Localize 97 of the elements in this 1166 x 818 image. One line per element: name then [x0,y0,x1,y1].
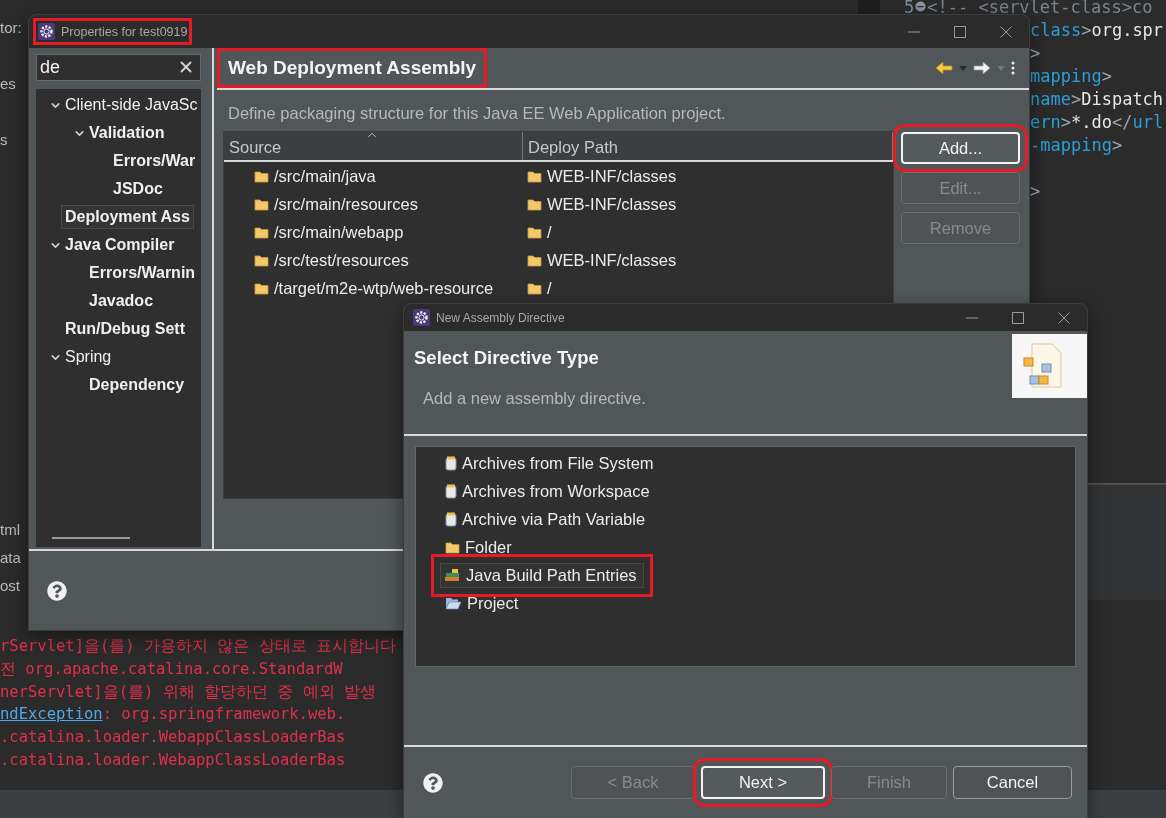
panel-text: es [0,74,17,94]
window-title: Properties for test0919 [61,24,188,39]
code-text: class [1030,19,1082,40]
panel-text: tor: [0,18,23,38]
menu-icon[interactable] [1011,61,1015,75]
code-text: > [1030,42,1041,63]
books-icon [445,568,461,582]
console-text: .catalina.loader.WebappClassLoaderBas [0,751,346,769]
jar-icon [445,511,457,527]
table-cell: WEB-INF/classes [523,190,893,218]
close-icon[interactable] [1000,25,1012,38]
open-folder-icon [445,596,462,610]
folder-icon [254,197,269,211]
console-text: rServlet]을(를) 가용하지 않은 상태로 표시합니다 [0,637,396,655]
table-cell: WEB-INF/classes [523,246,893,274]
list-item[interactable]: Archives from File System [440,450,661,476]
code-text: Dispatch [1081,88,1164,109]
code-text: *.do [1070,111,1112,132]
code-text: org.spr [1091,19,1164,40]
code-text: > [1070,88,1082,109]
list-item[interactable]: Archives from Workspace [440,478,657,504]
help-icon[interactable] [47,580,67,601]
code-text: url [1132,111,1164,132]
forward-arrow-icon[interactable] [973,61,991,75]
tree-item[interactable]: Errors/Warnin [85,261,200,285]
panel-text: ata [0,548,22,568]
code-text: > [1081,19,1092,40]
code-text: name [1030,88,1071,109]
console-text: 전 org.apache.catalina.core.StandardW [0,660,343,678]
column-header[interactable]: Source [224,132,523,160]
code-text: > [1111,134,1123,155]
tree-item[interactable]: Deployment Ass [61,205,194,229]
list-item[interactable]: Project [440,590,526,616]
dialog-title: New Assembly Directive [436,310,565,325]
folder-icon [254,281,269,295]
wizard-heading: Select Directive Type [414,347,600,369]
folder-icon [527,253,542,267]
folder-icon [254,253,269,267]
folder-icon [254,225,269,239]
table-cell: WEB-INF/classes [523,162,893,190]
line-number: 5 [904,0,915,17]
code-text: ern [1030,111,1061,132]
folder-icon [254,169,269,183]
code-text: > [1060,111,1071,132]
folder-icon [527,197,542,211]
tree-item[interactable]: Java Compiler [61,233,179,257]
console-text: : org.springframework.web. [102,705,346,723]
collapse-icon[interactable] [915,1,927,12]
gear-icon [413,309,430,326]
tree-item[interactable]: Run/Debug Sett [61,317,189,341]
maximize-icon[interactable] [1012,311,1024,324]
tree-item[interactable]: Client-side JavaSc [61,93,202,117]
folder-icon [445,540,460,554]
code-text: mapping [1030,65,1102,86]
page-title: Web Deployment Assembly [217,48,488,88]
code-text: > [1030,180,1041,201]
panel-text: ost [0,576,21,596]
console-text: .catalina.loader.WebappClassLoaderBas [0,728,346,746]
gear-icon [38,23,55,40]
table-cell: /target/m2e-wtp/web-resource [224,274,523,302]
table-cell: /src/main/webapp [224,218,523,246]
close-icon[interactable] [1058,311,1070,324]
folder-icon [527,169,542,183]
jar-icon [445,455,457,471]
page-description: Define packaging structure for this Java EE Web Application project. [227,103,727,124]
code-text: > [1101,65,1112,86]
panel-text: s [0,130,9,150]
code-text: </ [1111,111,1133,132]
folder-icon [527,281,542,295]
list-item[interactable]: Archive via Path Variable [440,506,653,532]
code-text: <!-- <servlet-class>co [927,0,1153,17]
tree-item[interactable]: JSDoc [109,177,167,201]
filter-field[interactable]: de [36,54,201,81]
tree-item[interactable]: Dependency [85,373,189,397]
table-cell: /src/main/java [224,162,523,190]
maximize-icon[interactable] [954,25,966,38]
wizard-description: Add a new assembly directive. [422,389,647,408]
code-text: -mapping [1030,134,1112,155]
jar-icon [445,483,457,499]
folder-icon [527,225,542,239]
tree-item[interactable]: Javadoc [85,289,158,313]
list-item[interactable]: Folder [440,534,519,560]
table-cell: /src/test/resources [224,246,523,274]
table-cell: /src/main/resources [224,190,523,218]
table-cell: / [523,274,893,302]
table-cell: / [523,218,893,246]
wizard-document-icon [1012,334,1087,398]
tree-item[interactable]: Validation [85,121,169,145]
tree-item[interactable]: Spring [61,345,116,369]
scrollbar[interactable] [52,537,130,539]
console-link[interactable]: ndException [0,705,103,723]
panel-text: tml [0,520,21,540]
help-icon[interactable] [423,772,443,793]
wizard-button[interactable]: Cancel [953,766,1072,799]
tree-item[interactable]: Errors/War [109,149,200,173]
console-text: nerServlet]을(를) 위해 할당하던 중 예외 발생 [0,683,376,701]
back-arrow-icon[interactable] [935,61,953,75]
